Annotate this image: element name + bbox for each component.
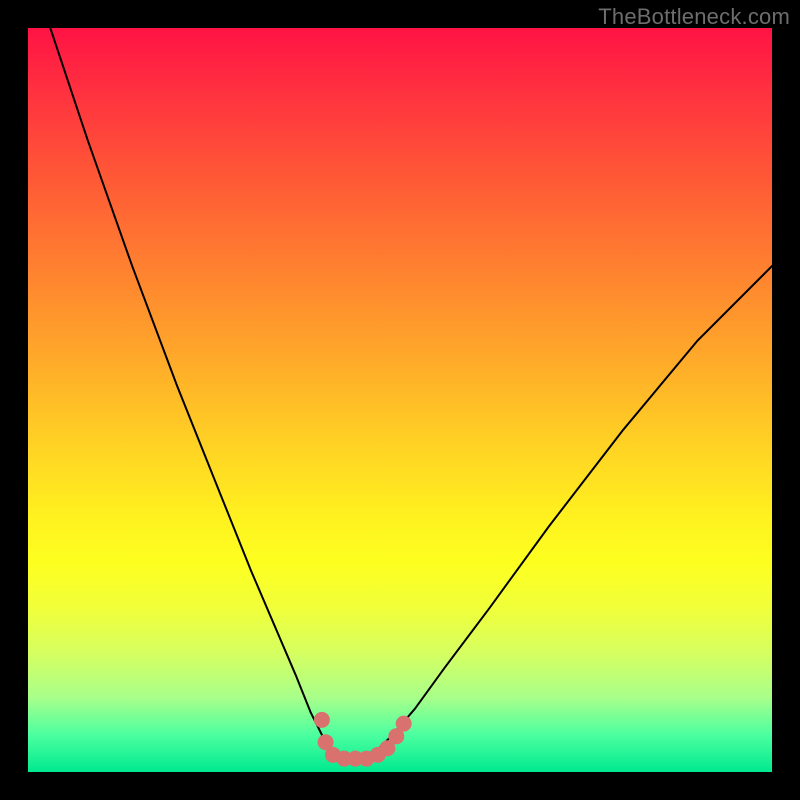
plot-area bbox=[28, 28, 772, 772]
chart-frame: TheBottleneck.com bbox=[0, 0, 800, 800]
curve-svg bbox=[28, 28, 772, 772]
highlight-marker bbox=[396, 716, 412, 732]
watermark-text: TheBottleneck.com bbox=[598, 4, 790, 30]
bottleneck-curve bbox=[50, 28, 772, 757]
highlight-markers bbox=[314, 712, 412, 767]
highlight-marker bbox=[314, 712, 330, 728]
